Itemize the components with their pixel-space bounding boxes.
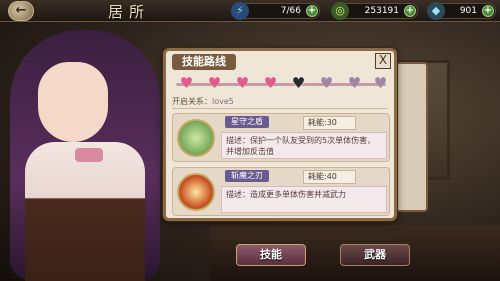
skill-description: 描述：造成更多单体伤害并减武力 <box>221 186 387 213</box>
character-bow <box>75 148 103 162</box>
stamina-plus-button[interactable]: + <box>306 5 318 17</box>
skill-cost-label: 耗能 <box>308 172 324 181</box>
gem-plus-button[interactable]: + <box>482 5 494 17</box>
stamina-counter: ⚡ 7/66 + <box>231 2 320 20</box>
skill-path-track: ♥ ♥ ♥ ♥ ♥ ♥ ♥ ♥ <box>172 75 390 93</box>
page-title: 居所 <box>108 3 151 21</box>
gold-plus-button[interactable]: + <box>404 5 416 17</box>
character-body <box>25 142 145 281</box>
gold-value: 253191 <box>364 6 399 16</box>
lightning-icon: ⚡ <box>231 2 249 20</box>
gold-counter: ◎ 253191 + <box>331 2 418 20</box>
relation-value: love5 <box>212 97 234 106</box>
skill-tab-button[interactable]: 技能 <box>236 244 306 266</box>
skill-card[interactable]: 斩魔之刃 耗能:40 描述：造成更多单体伤害并减武力 <box>172 167 390 216</box>
relation-row: 开启关系：love5 <box>172 96 234 107</box>
skill-cost: 耗能:30 <box>303 116 356 130</box>
path-node-heart-icon[interactable]: ♥ <box>262 76 279 91</box>
skill-desc-label: 描述： <box>226 136 250 145</box>
path-node-heart-icon[interactable]: ♥ <box>206 76 223 91</box>
skill-path-dialog: 技能路线 X ♥ ♥ ♥ ♥ ♥ ♥ ♥ ♥ 开启关系：love5 星守之盾 耗… <box>163 48 397 221</box>
coin-icon: ◎ <box>331 2 349 20</box>
character-face <box>38 62 108 142</box>
skill-cost: 耗能:40 <box>303 170 356 184</box>
skill-name: 斩魔之刃 <box>225 170 269 182</box>
path-node-heart-icon[interactable]: ♥ <box>234 76 251 91</box>
skill-name: 星守之盾 <box>225 116 269 128</box>
relation-label: 开启关系： <box>172 97 212 106</box>
top-bar: ← 居所 ⚡ 7/66 + ◎ 253191 + ◆ 901 + <box>0 0 500 22</box>
skill-cost-value: :30 <box>324 118 337 127</box>
divider <box>172 108 388 109</box>
path-node-heart-icon[interactable]: ♥ <box>372 76 389 91</box>
skill-cost-value: :40 <box>324 172 337 181</box>
path-node-heart-icon[interactable]: ♥ <box>290 76 307 91</box>
gem-counter: ◆ 901 + <box>427 2 496 20</box>
skill-card[interactable]: 星守之盾 耗能:30 描述：保护一个队友受到的5次单体伤害，并增加反击值 <box>172 113 390 162</box>
skill-desc-text: 造成更多单体伤害并减武力 <box>250 190 346 199</box>
shield-guard-icon <box>177 119 215 157</box>
dialog-title: 技能路线 <box>172 54 236 70</box>
skill-desc-label: 描述： <box>226 190 250 199</box>
skill-cost-label: 耗能 <box>308 118 324 127</box>
close-button[interactable]: X <box>375 53 391 69</box>
gem-value: 901 <box>459 6 477 16</box>
path-node-heart-icon[interactable]: ♥ <box>318 76 335 91</box>
weapon-tab-button[interactable]: 武器 <box>340 244 410 266</box>
stamina-value: 7/66 <box>280 6 301 16</box>
character-portrait <box>0 22 190 281</box>
path-node-heart-icon[interactable]: ♥ <box>178 76 195 91</box>
path-node-heart-icon[interactable]: ♥ <box>346 76 363 91</box>
skill-description: 描述：保护一个队友受到的5次单体伤害，并增加反击值 <box>221 132 387 159</box>
slash-attack-icon <box>177 173 215 211</box>
back-button[interactable]: ← <box>8 1 34 21</box>
gem-icon: ◆ <box>427 2 445 20</box>
